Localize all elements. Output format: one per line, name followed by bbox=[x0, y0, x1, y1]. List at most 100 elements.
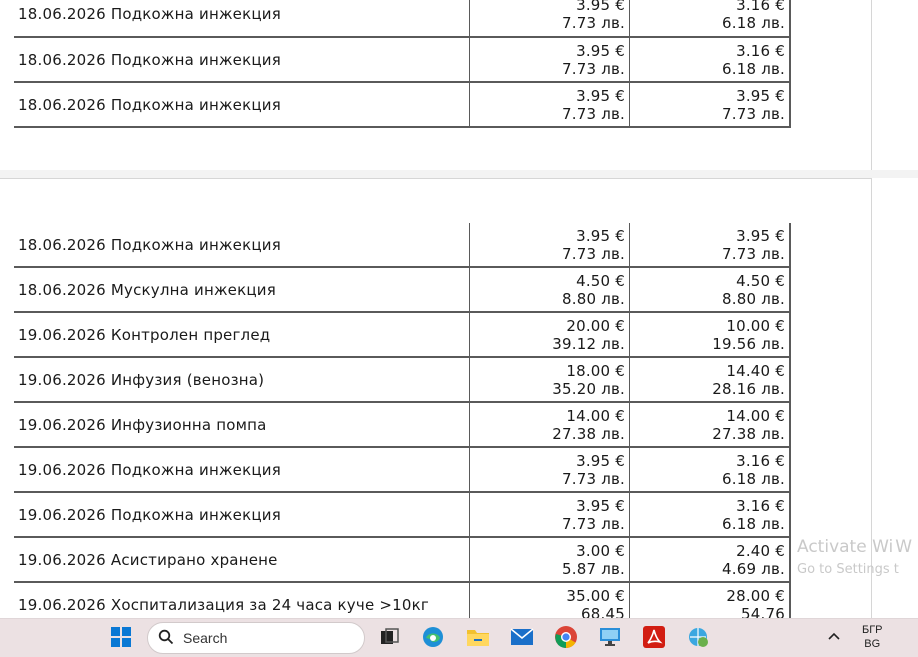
item-description: 19.06.2026 Инфузионна помпа bbox=[14, 402, 470, 448]
total-bgn: 28.16 лв. bbox=[712, 379, 785, 398]
invoice-row: 18.06.2026 Подкожна инжекция 3.95 €7.73 л… bbox=[14, 82, 791, 128]
acrobat-reader-icon[interactable] bbox=[641, 624, 667, 650]
item-description: 18.06.2026 Мускулна инжекция bbox=[14, 267, 470, 313]
total-eur: 14.40 € bbox=[726, 361, 785, 380]
item-description: 18.06.2026 Подкожна инжекция bbox=[14, 223, 470, 268]
price-bgn: 39.12 лв. bbox=[552, 334, 625, 353]
price-bgn: 7.73 лв. bbox=[562, 104, 625, 123]
price-bgn: 5.87 лв. bbox=[562, 559, 625, 578]
file-explorer-icon[interactable] bbox=[465, 624, 491, 650]
unit-price-cell: 3.00 €5.87 лв. bbox=[469, 537, 630, 583]
price-eur: 3.95 € bbox=[576, 41, 625, 60]
invoice-row: 19.06.2026 Асистирано хранене 3.00 €5.87 … bbox=[14, 537, 791, 583]
total-price-cell: 10.00 €19.56 лв. bbox=[629, 312, 791, 358]
show-hidden-icons-chevron[interactable] bbox=[827, 629, 841, 645]
total-bgn: 7.73 лв. bbox=[722, 104, 785, 123]
total-bgn: 19.56 лв. bbox=[712, 334, 785, 353]
invoice-row: 18.06.2026 Мускулна инжекция 4.50 €8.80 л… bbox=[14, 267, 791, 313]
task-view-icon[interactable] bbox=[376, 624, 402, 650]
price-eur: 14.00 € bbox=[566, 406, 625, 425]
invoice-row: 18.06.2026 Подкожна инжекция 3.95 €7.73 л… bbox=[14, 0, 791, 38]
invoice-row: 18.06.2026 Подкожна инжекция 3.95 €7.73 л… bbox=[14, 223, 791, 268]
item-description: 18.06.2026 Подкожна инжекция bbox=[14, 82, 470, 128]
unit-price-cell: 14.00 €27.38 лв. bbox=[469, 402, 630, 448]
invoice-table-top: 18.06.2026 Подкожна инжекция 3.95 €7.73 л… bbox=[14, 0, 791, 128]
invoice-row: 19.06.2026 Контролен преглед 20.00 €39.12… bbox=[14, 312, 791, 358]
item-description: 19.06.2026 Подкожна инжекция bbox=[14, 492, 470, 538]
taskbar-search-box[interactable]: Search bbox=[147, 622, 365, 654]
price-eur: 3.95 € bbox=[576, 496, 625, 515]
unit-price-cell: 3.95 €7.73 лв. bbox=[469, 37, 630, 83]
total-bgn: 6.18 лв. bbox=[722, 514, 785, 533]
total-bgn: 4.69 лв. bbox=[722, 559, 785, 578]
total-price-cell: 3.95 €7.73 лв. bbox=[629, 82, 791, 128]
search-label: Search bbox=[183, 630, 228, 646]
item-description: 18.06.2026 Подкожна инжекция bbox=[14, 37, 470, 83]
unit-price-cell: 3.95 €7.73 лв. bbox=[469, 0, 630, 38]
mail-icon[interactable] bbox=[509, 624, 535, 650]
total-price-cell: 14.00 €27.38 лв. bbox=[629, 402, 791, 448]
total-eur: 3.95 € bbox=[736, 226, 785, 245]
total-price-cell: 3.16 €6.18 лв. bbox=[629, 492, 791, 538]
total-eur: 4.50 € bbox=[736, 271, 785, 290]
price-bgn: 7.73 лв. bbox=[562, 59, 625, 78]
item-description: 19.06.2026 Подкожна инжекция bbox=[14, 447, 470, 493]
unit-price-cell: 3.95 €7.73 лв. bbox=[469, 447, 630, 493]
price-eur: 3.95 € bbox=[576, 451, 625, 470]
price-bgn: 8.80 лв. bbox=[562, 289, 625, 308]
total-bgn: 6.18 лв. bbox=[722, 469, 785, 488]
price-bgn: 7.73 лв. bbox=[562, 244, 625, 263]
price-eur: 3.95 € bbox=[576, 0, 625, 14]
activate-windows-subtitle: Go to Settings t bbox=[797, 562, 899, 577]
search-icon bbox=[158, 629, 174, 649]
total-eur: 3.16 € bbox=[736, 496, 785, 515]
network-settings-icon[interactable] bbox=[685, 624, 711, 650]
remote-desktop-icon[interactable] bbox=[597, 624, 623, 650]
taskbar: Search БГР BG bbox=[0, 618, 918, 657]
total-eur: 28.00 € bbox=[726, 586, 785, 605]
total-bgn: 7.73 лв. bbox=[722, 244, 785, 263]
item-description: 19.06.2026 Инфузия (венозна) bbox=[14, 357, 470, 403]
page-gap bbox=[0, 170, 918, 178]
edge-browser-icon[interactable] bbox=[420, 624, 446, 650]
invoice-row: 19.06.2026 Инфузионна помпа 14.00 €27.38 … bbox=[14, 402, 791, 448]
item-description: 18.06.2026 Подкожна инжекция bbox=[14, 0, 470, 38]
windows-start-icon[interactable] bbox=[108, 624, 134, 650]
activate-windows-watermark: Activate Wi W bbox=[797, 537, 913, 557]
total-price-cell: 4.50 €8.80 лв. bbox=[629, 267, 791, 313]
total-bgn: 27.38 лв. bbox=[712, 424, 785, 443]
price-eur: 18.00 € bbox=[566, 361, 625, 380]
total-price-cell: 3.95 €7.73 лв. bbox=[629, 223, 791, 268]
total-bgn: 6.18 лв. bbox=[722, 59, 785, 78]
price-bgn: 7.73 лв. bbox=[562, 14, 625, 32]
total-eur: 3.16 € bbox=[736, 451, 785, 470]
unit-price-cell: 3.95 €7.73 лв. bbox=[469, 492, 630, 538]
price-eur: 3.95 € bbox=[576, 86, 625, 105]
price-bgn: 7.73 лв. bbox=[562, 469, 625, 488]
language-indicator[interactable]: БГР BG bbox=[862, 623, 883, 651]
total-eur: 10.00 € bbox=[726, 316, 785, 335]
total-price-cell: 14.40 €28.16 лв. bbox=[629, 357, 791, 403]
total-eur: 14.00 € bbox=[726, 406, 785, 425]
total-price-cell: 3.16 €6.18 лв. bbox=[629, 0, 791, 38]
total-price-cell: 3.16 €6.18 лв. bbox=[629, 447, 791, 493]
total-bgn: 6.18 лв. bbox=[722, 14, 785, 32]
unit-price-cell: 18.00 €35.20 лв. bbox=[469, 357, 630, 403]
unit-price-cell: 4.50 €8.80 лв. bbox=[469, 267, 630, 313]
total-eur: 3.95 € bbox=[736, 86, 785, 105]
invoice-table-bottom: 18.06.2026 Подкожна инжекция 3.95 €7.73 л… bbox=[14, 223, 791, 628]
total-eur: 3.16 € bbox=[736, 0, 785, 14]
invoice-row: 18.06.2026 Подкожна инжекция 3.95 €7.73 л… bbox=[14, 37, 791, 83]
invoice-row: 19.06.2026 Подкожна инжекция 3.95 €7.73 л… bbox=[14, 492, 791, 538]
price-bgn: 27.38 лв. bbox=[552, 424, 625, 443]
invoice-row: 19.06.2026 Инфузия (венозна) 18.00 €35.20… bbox=[14, 357, 791, 403]
price-eur: 4.50 € bbox=[576, 271, 625, 290]
price-eur: 3.00 € bbox=[576, 541, 625, 560]
invoice-row: 19.06.2026 Подкожна инжекция 3.95 €7.73 л… bbox=[14, 447, 791, 493]
chrome-icon[interactable] bbox=[553, 624, 579, 650]
total-price-cell: 3.16 €6.18 лв. bbox=[629, 37, 791, 83]
unit-price-cell: 3.95 €7.73 лв. bbox=[469, 223, 630, 268]
total-price-cell: 2.40 €4.69 лв. bbox=[629, 537, 791, 583]
total-eur: 3.16 € bbox=[736, 41, 785, 60]
price-bgn: 35.20 лв. bbox=[552, 379, 625, 398]
